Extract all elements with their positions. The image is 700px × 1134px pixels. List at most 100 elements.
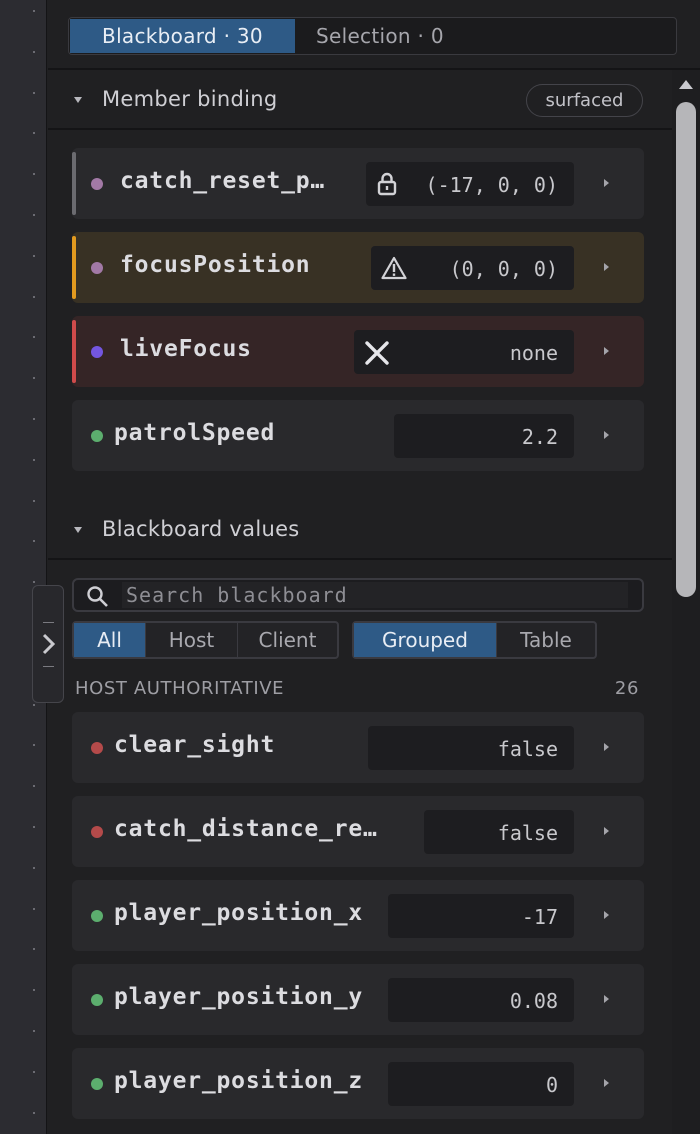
gutter-dot — [33, 92, 35, 94]
expand-panel-button[interactable] — [32, 585, 64, 703]
filter-all[interactable]: All — [74, 623, 146, 657]
caret-right-icon — [604, 827, 609, 835]
blackboard-row[interactable]: catch_reset_p… (-17, 0, 0) — [72, 148, 644, 219]
value-field[interactable]: (0, 0, 0) — [371, 246, 574, 290]
gutter-dot — [33, 1030, 35, 1032]
value-field[interactable]: none — [354, 330, 574, 374]
section-title: Member binding — [102, 87, 278, 111]
caret-right-icon — [604, 431, 609, 439]
status-accent — [72, 320, 76, 383]
type-dot — [91, 1078, 103, 1090]
type-dot — [91, 262, 103, 274]
variable-name: patrolSpeed — [114, 420, 276, 446]
value-text: none — [509, 341, 558, 365]
gutter-dot — [33, 540, 35, 542]
blackboard-row[interactable]: liveFocus none — [72, 316, 644, 387]
collapse-triangle-icon[interactable] — [74, 527, 82, 533]
variable-name: liveFocus — [120, 336, 252, 362]
blackboard-row[interactable]: player_position_y 0.08 — [72, 964, 644, 1035]
value-field[interactable]: 0.08 — [388, 978, 574, 1022]
scrollbar-thumb[interactable] — [676, 102, 696, 597]
caret-right-icon — [604, 263, 609, 271]
variable-name: player_position_z — [114, 1068, 364, 1094]
value-field[interactable]: 0 — [388, 1062, 574, 1106]
gutter-dot — [33, 867, 35, 869]
handle-line — [43, 666, 54, 667]
panel-tabs: Blackboard · 30 Selection · 0 — [68, 17, 677, 55]
gutter-dot — [33, 1112, 35, 1114]
type-dot — [91, 178, 103, 190]
search-icon — [87, 586, 108, 607]
blackboard-row[interactable]: catch_distance_re… false — [72, 796, 644, 867]
caret-right-icon — [604, 179, 609, 187]
value-text: 0.08 — [509, 989, 558, 1013]
section-title: Blackboard values — [102, 517, 300, 541]
gutter-dot — [33, 255, 35, 257]
blackboard-values-header[interactable]: Blackboard values — [48, 500, 672, 560]
value-text: false — [497, 737, 558, 761]
tab-blackboard[interactable]: Blackboard · 30 — [70, 19, 295, 53]
variable-name: clear_sight — [114, 732, 276, 758]
search-input[interactable] — [122, 582, 628, 608]
blackboard-row[interactable]: player_position_z 0 — [72, 1048, 644, 1119]
filter-segment: All Host Client — [72, 621, 339, 659]
gutter-dot — [33, 989, 35, 991]
caret-right-icon — [604, 743, 609, 751]
gutter-dot — [33, 500, 35, 502]
value-field[interactable]: false — [424, 810, 574, 854]
gutter-dot — [33, 214, 35, 216]
type-dot — [91, 346, 103, 358]
close-icon — [364, 340, 390, 370]
variable-name: focusPosition — [120, 252, 311, 278]
chevron-right-icon — [42, 633, 56, 655]
tab-selection[interactable]: Selection · 0 — [295, 19, 444, 53]
search-box[interactable] — [72, 578, 644, 612]
gutter-dot — [33, 377, 35, 379]
gutter-dot — [33, 908, 35, 910]
filter-host[interactable]: Host — [146, 623, 238, 657]
gutter-dot — [33, 132, 35, 134]
gutter-dot — [33, 418, 35, 420]
gutter-dot — [33, 826, 35, 828]
filter-client[interactable]: Client — [238, 623, 337, 657]
caret-right-icon — [604, 347, 609, 355]
collapse-triangle-icon[interactable] — [74, 97, 82, 103]
value-field[interactable]: (-17, 0, 0) — [366, 162, 574, 206]
lock-icon — [376, 172, 398, 200]
gutter-dot — [33, 10, 35, 12]
value-field[interactable]: -17 — [388, 894, 574, 938]
gutter-dot — [33, 948, 35, 950]
caret-right-icon — [604, 995, 609, 1003]
gutter-dot — [33, 1071, 35, 1073]
blackboard-row[interactable]: player_position_x -17 — [72, 880, 644, 951]
status-accent — [72, 152, 76, 215]
scroll-up-icon[interactable] — [679, 80, 693, 89]
view-grouped[interactable]: Grouped — [354, 623, 497, 657]
blackboard-row[interactable]: patrolSpeed 2.2 — [72, 400, 644, 471]
member-binding-header[interactable]: Member binding surfaced — [48, 70, 672, 130]
gutter-dot — [33, 704, 35, 706]
gutter-dot — [33, 581, 35, 583]
value-text: (-17, 0, 0) — [425, 173, 558, 197]
caret-right-icon — [604, 1079, 609, 1087]
blackboard-row[interactable]: focusPosition (0, 0, 0) — [72, 232, 644, 303]
type-dot — [91, 826, 103, 838]
gutter-dot — [33, 336, 35, 338]
status-accent — [72, 236, 76, 299]
value-field[interactable]: 2.2 — [394, 414, 574, 458]
gutter-dot — [33, 296, 35, 298]
group-count: 26 — [614, 678, 639, 699]
left-gutter — [0, 0, 47, 1134]
blackboard-row[interactable]: clear_sight false — [72, 712, 644, 783]
group-label: HOST AUTHORITATIVE — [75, 678, 285, 699]
surfaced-badge[interactable]: surfaced — [526, 84, 643, 117]
group-header: HOST AUTHORITATIVE 26 — [75, 678, 639, 704]
view-table[interactable]: Table — [497, 623, 595, 657]
value-text: 0 — [545, 1073, 558, 1097]
value-text: -17 — [521, 905, 558, 929]
type-dot — [91, 430, 103, 442]
gutter-dot — [33, 51, 35, 53]
value-field[interactable]: false — [368, 726, 574, 770]
gutter-dot — [33, 744, 35, 746]
scrollbar[interactable] — [672, 70, 700, 1134]
